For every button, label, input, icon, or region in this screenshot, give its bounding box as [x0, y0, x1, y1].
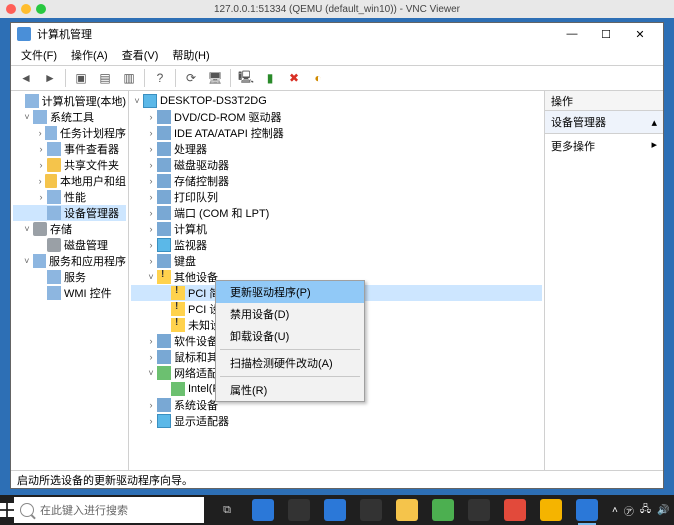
vnc-titlebar: 127.0.0.1:51334 (QEMU (default_win10)) -…	[0, 0, 674, 18]
toolbar-list-button[interactable]: ▤	[94, 67, 116, 89]
toolbar-update-driver-button[interactable]: ◐	[307, 67, 329, 89]
tree-item[interactable]: WMI 控件	[64, 285, 112, 301]
tree-storage[interactable]: 存储	[50, 221, 72, 237]
ctx-separator	[220, 349, 360, 350]
device-category[interactable]: 存储控制器	[174, 173, 229, 189]
toolbar-up-button[interactable]: ▣	[70, 67, 92, 89]
device-category[interactable]: 处理器	[174, 141, 207, 157]
device-category[interactable]: 监视器	[174, 237, 207, 253]
device-other[interactable]: 其他设备	[174, 269, 218, 285]
taskbar-search[interactable]: 在此键入进行搜索	[14, 497, 204, 523]
computer-management-window: 计算机管理 — ☐ ✕ 文件(F) 操作(A) 查看(V) 帮助(H) ◄ ► …	[10, 22, 664, 489]
tree-item[interactable]: 事件查看器	[64, 141, 119, 157]
taskbar-app-active[interactable]	[572, 495, 602, 525]
window-title: 计算机管理	[37, 26, 555, 42]
menu-action[interactable]: 操作(A)	[65, 45, 114, 65]
device-root[interactable]: DESKTOP-DS3T2DG	[160, 95, 267, 107]
tree-item[interactable]: 任务计划程序	[60, 125, 126, 141]
tree-item[interactable]: 磁盘管理	[64, 237, 108, 253]
toolbar-uninstall-button[interactable]: ✖	[283, 67, 305, 89]
tray-expand-icon[interactable]: ˄	[612, 505, 618, 516]
toolbar-enable-button[interactable]: ▮	[259, 67, 281, 89]
mac-zoom-icon[interactable]	[36, 4, 46, 14]
content-panes: 计算机管理(本地) ˅系统工具 ›任务计划程序 ›事件查看器 ›共享文件夹 ›本…	[11, 91, 663, 470]
tray-ime-icon[interactable]: ㋐	[624, 503, 634, 518]
tree-item[interactable]: 性能	[64, 189, 86, 205]
actions-subheader[interactable]: 设备管理器 ▴	[545, 111, 663, 134]
ctx-disable-device[interactable]: 禁用设备(D)	[216, 303, 364, 325]
ctx-update-driver[interactable]: 更新驱动程序(P)	[216, 281, 364, 303]
statusbar: 启动所选设备的更新驱动程序向导。	[11, 470, 663, 488]
window-minimize-button[interactable]: —	[555, 24, 589, 44]
actions-more[interactable]: 更多操作	[551, 138, 595, 154]
ctx-separator	[220, 376, 360, 377]
toolbar-computer-button[interactable]: 🖥	[204, 67, 226, 89]
status-text: 启动所选设备的更新驱动程序向导。	[17, 472, 193, 488]
actions-header: 操作	[545, 91, 663, 111]
taskbar-app[interactable]	[536, 495, 566, 525]
search-icon	[20, 503, 34, 517]
toolbar-back-button[interactable]: ◄	[15, 67, 37, 89]
tree-item[interactable]: 服务	[64, 269, 86, 285]
taskbar-app[interactable]	[500, 495, 530, 525]
tree-root[interactable]: 计算机管理(本地)	[42, 93, 126, 109]
app-icon	[17, 27, 31, 41]
context-menu: 更新驱动程序(P) 禁用设备(D) 卸载设备(U) 扫描检测硬件改动(A) 属性…	[215, 280, 365, 402]
window-maximize-button[interactable]: ☐	[589, 24, 623, 44]
tree-system-tools[interactable]: 系统工具	[50, 109, 94, 125]
device-category[interactable]: 系统设备	[174, 397, 218, 413]
taskbar: 在此键入进行搜索 ⧉ ˄ ㋐ 🖧 🔊 20:16 2020/11/22 💬	[0, 495, 674, 525]
tray-network-icon[interactable]: 🖧	[640, 502, 651, 519]
device-category[interactable]: 磁盘驱动器	[174, 157, 229, 173]
ctx-uninstall-device[interactable]: 卸载设备(U)	[216, 325, 364, 347]
tree-device-manager[interactable]: 设备管理器	[64, 205, 119, 221]
menu-help[interactable]: 帮助(H)	[166, 45, 215, 65]
taskbar-app[interactable]	[356, 495, 386, 525]
device-category[interactable]: DVD/CD-ROM 驱动器	[174, 109, 282, 125]
left-tree[interactable]: 计算机管理(本地) ˅系统工具 ›任务计划程序 ›事件查看器 ›共享文件夹 ›本…	[11, 91, 129, 470]
device-category[interactable]: 软件设备	[174, 333, 218, 349]
taskbar-app[interactable]	[392, 495, 422, 525]
toolbar-forward-button[interactable]: ►	[39, 67, 61, 89]
device-category[interactable]: 显示适配器	[174, 413, 229, 429]
tree-item[interactable]: 共享文件夹	[64, 157, 119, 173]
menu-view[interactable]: 查看(V)	[116, 45, 165, 65]
tree-services[interactable]: 服务和应用程序	[49, 253, 126, 269]
start-button[interactable]	[0, 495, 14, 525]
device-category[interactable]: 打印队列	[174, 189, 218, 205]
actions-pane: 操作 设备管理器 ▴ 更多操作	[545, 91, 663, 470]
device-category[interactable]: 端口 (COM 和 LPT)	[174, 205, 269, 221]
system-tray[interactable]: ˄ ㋐ 🖧 🔊 20:16 2020/11/22 💬	[606, 499, 674, 521]
menubar: 文件(F) 操作(A) 查看(V) 帮助(H)	[11, 45, 663, 65]
ctx-scan-hardware[interactable]: 扫描检测硬件改动(A)	[216, 352, 364, 374]
tree-item[interactable]: 本地用户和组	[60, 173, 126, 189]
mac-minimize-icon[interactable]	[21, 4, 31, 14]
search-placeholder: 在此键入进行搜索	[40, 502, 128, 518]
menu-file[interactable]: 文件(F)	[15, 45, 63, 65]
vnc-title: 127.0.0.1:51334 (QEMU (default_win10)) -…	[0, 4, 674, 15]
device-category[interactable]: 键盘	[174, 253, 196, 269]
toolbar-refresh-button[interactable]: ⟳	[180, 67, 202, 89]
tray-volume-icon[interactable]: 🔊	[657, 505, 669, 516]
task-view-button[interactable]: ⧉	[212, 495, 242, 525]
toolbar-details-button[interactable]: ▥	[118, 67, 140, 89]
device-tree[interactable]: ˅DESKTOP-DS3T2DG ›DVD/CD-ROM 驱动器 ›IDE AT…	[129, 91, 545, 470]
toolbar-help-button[interactable]: ?	[149, 67, 171, 89]
taskbar-app[interactable]	[428, 495, 458, 525]
device-category[interactable]: IDE ATA/ATAPI 控制器	[174, 125, 284, 141]
device-category[interactable]: 计算机	[174, 221, 207, 237]
taskbar-app[interactable]	[464, 495, 494, 525]
remote-desktop: 计算机管理 — ☐ ✕ 文件(F) 操作(A) 查看(V) 帮助(H) ◄ ► …	[0, 18, 674, 495]
window-titlebar[interactable]: 计算机管理 — ☐ ✕	[11, 23, 663, 45]
chevron-right-icon	[651, 138, 657, 154]
ctx-properties[interactable]: 属性(R)	[216, 379, 364, 401]
collapse-icon[interactable]: ▴	[651, 116, 657, 129]
taskbar-app[interactable]	[284, 495, 314, 525]
mac-close-icon[interactable]	[6, 4, 16, 14]
toolbar-scan-button[interactable]: 🖳	[235, 67, 257, 89]
toolbar: ◄ ► ▣ ▤ ▥ ? ⟳ 🖥 🖳 ▮ ✖ ◐	[11, 65, 663, 91]
taskbar-app[interactable]	[320, 495, 350, 525]
window-close-button[interactable]: ✕	[623, 24, 657, 44]
taskbar-app[interactable]	[248, 495, 278, 525]
